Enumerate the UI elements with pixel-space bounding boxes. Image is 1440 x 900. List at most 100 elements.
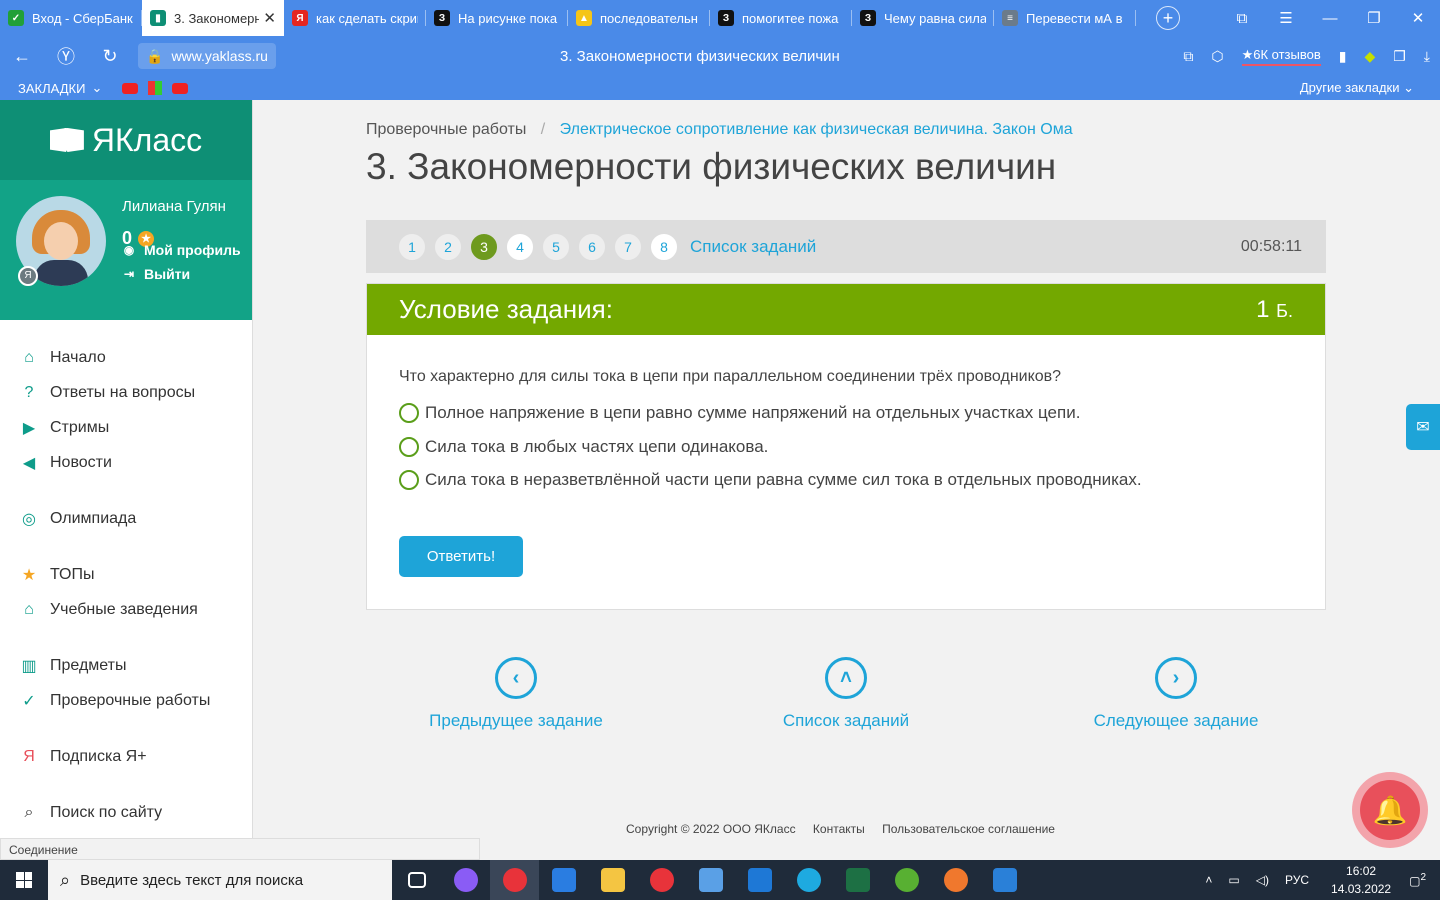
url-field[interactable]: 🔒 www.yaklass.ru	[138, 43, 276, 69]
clock[interactable]: 16:02 14.03.2022	[1331, 862, 1391, 898]
youtube-bookmark-icon[interactable]	[122, 82, 139, 94]
user-name[interactable]: Лилиана Гулян	[122, 198, 226, 215]
notification-bell-button[interactable]: 🔔	[1352, 772, 1428, 848]
answer-option[interactable]: Полное напряжение в цепи равно сумме нап…	[399, 403, 1080, 423]
task-list-link[interactable]: Список заданий	[690, 237, 816, 257]
sidebar-item[interactable]: ▶ Стримы	[0, 410, 252, 445]
browser-tab[interactable]: ▲ последовательн	[568, 0, 710, 36]
sidebar-item[interactable]: ? Ответы на вопросы	[0, 375, 252, 410]
profile-link[interactable]: ◉ Мой профиль	[122, 242, 241, 258]
task-list-nav-link[interactable]: ˄ Список заданий	[746, 657, 946, 731]
network-icon[interactable]: ▭	[1228, 873, 1239, 887]
browser-tab[interactable]: Зпомогитее пожа	[710, 0, 852, 36]
firefox-icon[interactable]	[931, 860, 980, 900]
page-number-button[interactable]: 3	[470, 232, 498, 261]
mail-app-icon[interactable]	[735, 860, 784, 900]
reviews-badge[interactable]: ★6К отзывов	[1241, 47, 1321, 66]
contacts-link[interactable]: Контакты	[813, 822, 865, 836]
page-number-button[interactable]: 8	[650, 232, 678, 261]
answer-option[interactable]: Сила тока в неразветвлённой части цепи р…	[399, 470, 1142, 490]
radio-button[interactable]	[399, 470, 419, 490]
sidebar-item-label: Олимпиада	[50, 509, 137, 527]
menu-icon[interactable]: ☰	[1264, 9, 1308, 27]
taskbar-search[interactable]: ⌕ Введите здесь текст для поиска	[48, 860, 392, 900]
excel-icon[interactable]	[833, 860, 882, 900]
answer-option[interactable]: Сила тока в любых частях цепи одинакова.	[399, 437, 768, 457]
sidebar-item[interactable]: ◀ Новости	[0, 445, 252, 480]
notifications-icon[interactable]: ▢2	[1409, 872, 1426, 888]
explorer-icon[interactable]	[588, 860, 637, 900]
sidebar-item[interactable]: ⌂ Учебные заведения	[0, 592, 252, 627]
sidebar-item[interactable]: Я Подписка Я+	[0, 739, 252, 774]
sidebar-item[interactable]: ✓ Проверочные работы	[0, 683, 252, 718]
extensions-icon[interactable]: ⬡	[1211, 48, 1223, 65]
logout-link[interactable]: ⇥ Выйти	[122, 266, 190, 282]
extension-icon[interactable]: ◆	[1364, 48, 1375, 65]
bookmark-icon[interactable]: ▮	[1339, 48, 1347, 65]
browser-tab[interactable]: ✓ Вход - СберБанк	[0, 0, 142, 36]
yandex-browser-icon[interactable]	[490, 860, 539, 900]
browser-tab[interactable]: ▮ 3. Закономерности✕	[142, 0, 284, 36]
computer-icon[interactable]	[686, 860, 735, 900]
chevron-down-icon: ⌄	[91, 80, 103, 95]
edge-icon[interactable]	[784, 860, 833, 900]
task-pager: 12345678 Список заданий 00:58:11	[366, 220, 1326, 273]
sidebar-item[interactable]: ▥ Предметы	[0, 648, 252, 683]
alice-icon[interactable]	[441, 860, 490, 900]
minimize-button[interactable]: —	[1308, 10, 1352, 27]
sidebar-item[interactable]: ⌕ Поиск по сайту	[0, 795, 252, 830]
restore-button[interactable]: ❐	[1352, 9, 1396, 27]
store-icon[interactable]	[539, 860, 588, 900]
app-bookmark-icon[interactable]	[148, 81, 163, 95]
breadcrumb-root[interactable]: Проверочные работы	[366, 121, 526, 138]
task-view-icon[interactable]	[392, 860, 441, 900]
chevron-up-icon[interactable]: ˄	[1205, 873, 1212, 887]
breadcrumb-current[interactable]: Электрическое сопротивление как физическ…	[560, 121, 1073, 138]
tab-favicon-icon: Я	[292, 10, 308, 26]
new-tab-button[interactable]: +	[1156, 6, 1180, 30]
yandex-home-button[interactable]: Ⓨ	[44, 43, 88, 69]
page-number-button[interactable]: 1	[398, 232, 426, 261]
timer: 00:58:11	[1240, 237, 1302, 255]
page-number-button[interactable]: 4	[506, 232, 534, 261]
tab-manager-icon[interactable]: ⧉	[1220, 10, 1264, 27]
feedback-mail-button[interactable]: ✉	[1406, 404, 1440, 450]
task-list-nav-label: Список заданий	[782, 711, 910, 730]
downloads-icon[interactable]: ⤓	[1424, 48, 1430, 65]
page-number-button[interactable]: 7	[614, 232, 642, 261]
radio-button[interactable]	[399, 403, 419, 423]
page-number-button[interactable]: 6	[578, 232, 606, 261]
collections-icon[interactable]: ❐	[1393, 48, 1406, 65]
photos-icon[interactable]	[980, 860, 1029, 900]
reload-button[interactable]: ↻	[88, 46, 132, 67]
subscription-icon: Я	[23, 747, 35, 765]
radio-button[interactable]	[399, 437, 419, 457]
browser-tab[interactable]: Якак сделать скрин	[284, 0, 426, 36]
back-button[interactable]: ←	[0, 46, 44, 67]
volume-icon[interactable]: ◁)	[1256, 873, 1269, 887]
yandex-icon[interactable]	[637, 860, 686, 900]
prev-task-link[interactable]: ‹ Предыдущее задание	[416, 657, 616, 731]
browser-tab[interactable]: ≡ Перевести мА в	[994, 0, 1136, 36]
site-logo[interactable]: ЯКласс	[0, 100, 252, 180]
close-window-button[interactable]: ✕	[1396, 9, 1440, 27]
next-task-link[interactable]: › Следующее задание	[1076, 657, 1276, 731]
close-tab-icon[interactable]: ✕	[263, 9, 276, 27]
browser-tab[interactable]: З Чему равна сила	[852, 0, 994, 36]
submit-answer-button[interactable]: Ответить!	[399, 536, 523, 577]
agreement-link[interactable]: Пользовательское соглашение	[882, 822, 1055, 836]
other-bookmarks[interactable]: Другие закладки ⌄	[1300, 80, 1414, 96]
sidebar-item[interactable]: ★ ТОПы	[0, 557, 252, 592]
start-button[interactable]	[0, 860, 48, 900]
sidebar-item[interactable]: ⌂ Начало	[0, 340, 252, 375]
bookmarks-menu[interactable]: ЗАКЛАДКИ	[18, 81, 85, 96]
page-number-button[interactable]: 2	[434, 232, 462, 261]
sidebar: ЯКласс Я Лилиана Гулян 0 ★ ◉ Мой профиль…	[0, 100, 253, 860]
utorrent-icon[interactable]	[882, 860, 931, 900]
sidebar-item[interactable]: ◎ Олимпиада	[0, 501, 252, 536]
page-number-button[interactable]: 5	[542, 232, 570, 261]
language-indicator[interactable]: РУС	[1285, 873, 1309, 887]
browser-tab[interactable]: З На рисунке пока	[426, 0, 568, 36]
youtube-bookmark-icon[interactable]	[172, 82, 189, 94]
translate-icon[interactable]: ⧉	[1183, 48, 1193, 65]
